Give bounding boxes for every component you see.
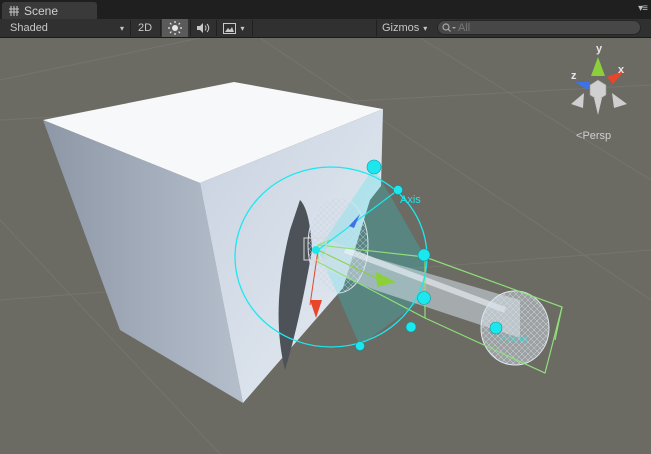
tab-bar: Scene ▾≡ — [0, 0, 651, 19]
toolbar-divider — [252, 20, 253, 36]
2d-label: 2D — [137, 22, 153, 34]
projection-toggle[interactable]: <Persp — [576, 130, 611, 142]
image-icon — [223, 22, 237, 34]
lighting-toggle-button[interactable] — [162, 19, 188, 37]
draw-mode-dropdown[interactable]: Shaded ▾ — [6, 19, 128, 37]
speaker-icon — [197, 23, 210, 33]
audio-toggle-button[interactable] — [192, 19, 214, 37]
swing-overlay-label: Swing — [500, 334, 527, 345]
search-input[interactable] — [458, 21, 628, 34]
gizmos-dropdown[interactable]: Gizmos ▾ — [378, 19, 432, 37]
tab-scene[interactable]: Scene — [2, 2, 97, 19]
search-field[interactable] — [437, 20, 641, 35]
effects-dropdown[interactable]: ▾ — [218, 19, 250, 37]
draw-mode-label: Shaded — [10, 22, 48, 34]
toolbar-divider — [376, 20, 377, 36]
projection-label: Persp — [582, 130, 612, 142]
chevron-down-icon: ▾ — [119, 23, 124, 33]
toolbar-divider — [216, 20, 217, 36]
gizmo-y-label: y — [596, 43, 603, 55]
gizmo-z-label: z — [571, 70, 577, 82]
toolbar-divider — [190, 20, 191, 36]
toolbar-divider — [130, 20, 131, 36]
axis-overlay-label: Axis — [400, 194, 421, 206]
tab-menu-icon[interactable]: ▾≡ — [638, 3, 648, 14]
gizmo-x-label: x — [618, 64, 625, 76]
scene-grid-icon — [9, 5, 19, 16]
tab-label: Scene — [24, 3, 59, 18]
orientation-gizmo[interactable]: y x z — [571, 43, 627, 115]
scene-viewport[interactable]: Axis Swing y x z — [0, 38, 651, 454]
sun-icon — [168, 21, 182, 35]
2d-toggle-button[interactable]: 2D — [132, 19, 158, 37]
chevron-down-icon: ▾ — [423, 23, 428, 33]
gizmos-label: Gizmos — [382, 22, 420, 34]
search-icon — [442, 22, 456, 32]
chevron-down-icon: ▾ — [240, 23, 245, 33]
toolbar-divider — [160, 20, 161, 36]
